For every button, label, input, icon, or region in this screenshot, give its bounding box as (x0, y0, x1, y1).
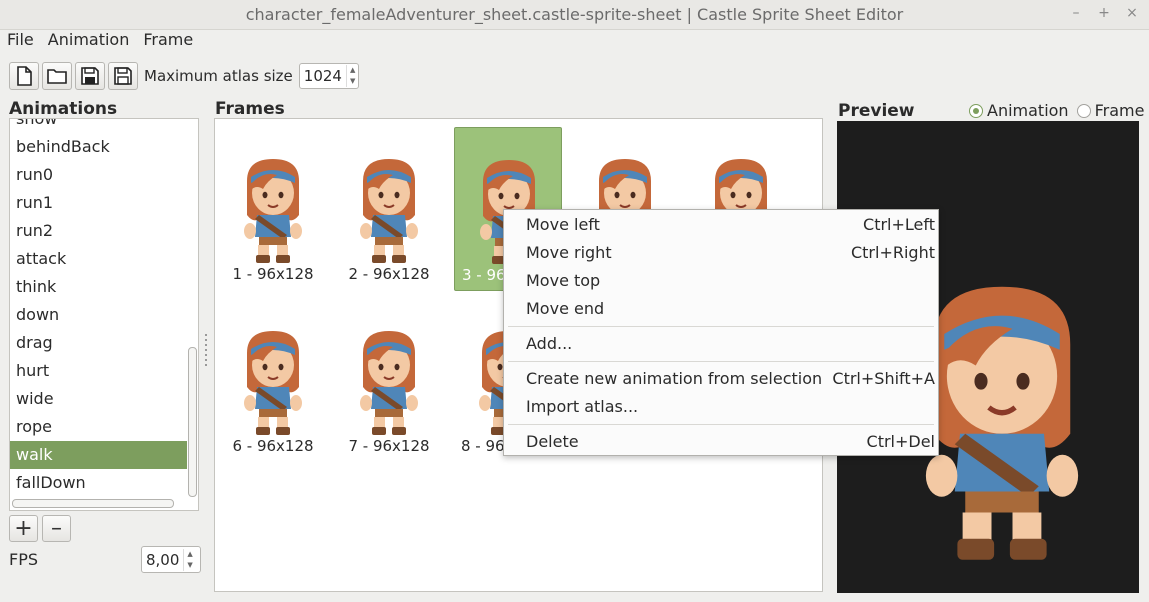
save-icon (81, 67, 99, 85)
save-as-icon (114, 67, 132, 85)
fps-value[interactable]: 8,00 (142, 551, 183, 569)
scroll-thumb[interactable] (188, 347, 197, 497)
preview-title: Preview (838, 101, 915, 121)
atlas-size-spinbox[interactable]: 1024 ▲ ▼ (298, 63, 360, 89)
frame-radio[interactable] (1076, 103, 1091, 118)
frame-thumbnail[interactable]: 7 - 96x128 (335, 299, 443, 463)
menu-item-move-left[interactable]: Move left Ctrl+Left (504, 211, 938, 239)
fps-spinbox[interactable]: 8,00 ▲ ▼ (141, 546, 201, 573)
menu-file[interactable]: File (0, 30, 41, 52)
list-item[interactable]: behindBack (10, 133, 187, 161)
frame-label: 6 - 96x128 (232, 437, 314, 455)
open-button[interactable] (42, 62, 72, 90)
menu-bar: File Animation Frame (0, 30, 200, 52)
menu-item-import-atlas[interactable]: Import atlas... (504, 393, 938, 421)
atlas-size-value[interactable]: 1024 (300, 67, 346, 85)
sprite-image (349, 325, 429, 437)
list-item[interactable]: fallDown (10, 469, 187, 497)
frame-thumbnail[interactable]: 2 - 96x128 (335, 127, 443, 291)
add-animation-button[interactable]: + (9, 515, 38, 542)
list-item[interactable]: run1 (10, 189, 187, 217)
title-bar: character_femaleAdventurer_sheet.castle-… (0, 0, 1149, 30)
minimize-icon[interactable]: – (1069, 5, 1083, 21)
atlas-size-label: Maximum atlas size (144, 67, 293, 85)
menu-separator (508, 424, 934, 425)
window-controls: – + × (1069, 5, 1139, 21)
list-item[interactable]: drag (10, 329, 187, 357)
menu-item-move-right[interactable]: Move right Ctrl+Right (504, 239, 938, 267)
animations-title: Animations (9, 99, 118, 119)
animation-radio[interactable] (969, 103, 983, 118)
frames-title: Frames (215, 99, 285, 119)
remove-animation-button[interactable]: – (42, 515, 71, 542)
save-as-button[interactable] (108, 62, 138, 90)
menu-item-delete[interactable]: Delete Ctrl+Del (504, 428, 938, 456)
frame-thumbnail[interactable]: 1 - 96x128 (219, 127, 327, 291)
menu-item-label: Move end (526, 299, 605, 318)
save-button[interactable] (75, 62, 105, 90)
menu-item-add[interactable]: Add... (504, 330, 938, 358)
frame-label: 7 - 96x128 (348, 437, 430, 455)
menu-item-label: Move left (526, 215, 600, 234)
menu-item-label: Import atlas... (526, 397, 639, 416)
frame-radio-label[interactable]: Frame (1095, 101, 1145, 120)
list-item[interactable]: show (10, 119, 187, 133)
open-folder-icon (47, 69, 67, 84)
list-item[interactable]: hurt (10, 357, 187, 385)
menu-item-shortcut: Ctrl+Right (850, 243, 935, 262)
list-item[interactable]: think (10, 273, 187, 301)
menu-item-label: Move top (526, 271, 601, 290)
list-item[interactable]: rope (10, 413, 187, 441)
animations-list[interactable]: show behindBack run0 run1 run2 attack th… (9, 118, 199, 511)
menu-frame[interactable]: Frame (136, 30, 200, 52)
menu-separator (508, 326, 934, 327)
frame-thumbnail[interactable]: 6 - 96x128 (219, 299, 327, 463)
spin-arrows-icon[interactable]: ▲ ▼ (345, 65, 358, 87)
frame-label: 2 - 96x128 (348, 265, 430, 283)
list-item[interactable]: attack (10, 245, 187, 273)
menu-item-shortcut: Ctrl+Shift+A (832, 369, 935, 388)
menu-item-move-end[interactable]: Move end (504, 295, 938, 323)
frame-label: 1 - 96x128 (232, 265, 314, 283)
window-title: character_femaleAdventurer_sheet.castle-… (245, 5, 904, 24)
panel-splitter[interactable] (205, 334, 208, 366)
toolbar: Maximum atlas size 1024 ▲ ▼ (9, 62, 360, 90)
list-item[interactable]: down (10, 301, 187, 329)
preview-mode-radio-group: Animation Frame (969, 101, 1144, 120)
maximize-icon[interactable]: + (1097, 5, 1111, 21)
context-menu: Move left Ctrl+Left Move right Ctrl+Righ… (503, 209, 939, 456)
menu-item-shortcut: Ctrl+Left (863, 215, 935, 234)
menu-item-move-top[interactable]: Move top (504, 267, 938, 295)
horizontal-scrollbar[interactable] (12, 499, 174, 508)
menu-separator (508, 361, 934, 362)
new-file-button[interactable] (9, 62, 39, 90)
list-item[interactable]: wide (10, 385, 187, 413)
menu-item-label: Add... (526, 334, 573, 353)
menu-item-label: Create new animation from selection (526, 369, 823, 388)
animations-items: show behindBack run0 run1 run2 attack th… (10, 119, 187, 497)
menu-item-shortcut: Ctrl+Del (866, 432, 935, 451)
animation-radio-label[interactable]: Animation (987, 101, 1069, 120)
sprite-image (233, 325, 313, 437)
fps-label: FPS (9, 550, 39, 569)
new-file-icon (17, 66, 32, 86)
list-item-selected[interactable]: walk (10, 441, 187, 469)
sprite-image (349, 153, 429, 265)
menu-item-label: Move right (526, 243, 612, 262)
menu-item-label: Delete (526, 432, 579, 451)
spin-arrows-icon[interactable]: ▲ ▼ (183, 548, 195, 571)
close-icon[interactable]: × (1125, 5, 1139, 21)
sprite-image (233, 153, 313, 265)
menu-animation[interactable]: Animation (41, 30, 137, 52)
list-item[interactable]: run0 (10, 161, 187, 189)
vertical-scrollbar[interactable] (187, 119, 197, 499)
list-item[interactable]: run2 (10, 217, 187, 245)
menu-item-create-animation[interactable]: Create new animation from selection Ctrl… (504, 365, 938, 393)
